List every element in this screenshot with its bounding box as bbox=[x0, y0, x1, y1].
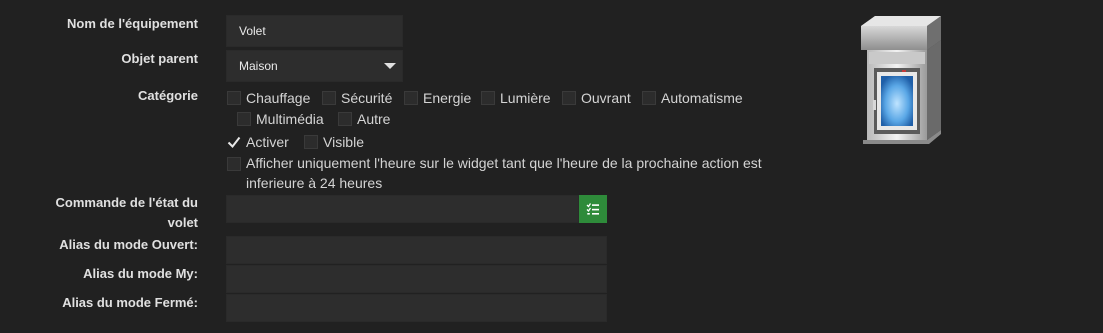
equipment-name-input[interactable] bbox=[226, 15, 403, 47]
list-check-icon bbox=[586, 203, 599, 215]
category-label-lumiere: Lumière bbox=[500, 90, 551, 106]
state-command-label-line2: volet bbox=[167, 215, 198, 230]
category-label-multimedia: Multimédia bbox=[256, 111, 324, 127]
alias-open-label: Alias du mode Ouvert: bbox=[59, 237, 198, 252]
visible-checkbox[interactable] bbox=[304, 135, 318, 149]
category-checkbox-automatisme[interactable] bbox=[642, 91, 656, 105]
chevron-down-icon bbox=[384, 63, 396, 69]
checkmark-icon bbox=[227, 136, 241, 149]
category-label-autre: Autre bbox=[357, 111, 391, 127]
category-checkbox-autre[interactable] bbox=[338, 112, 352, 126]
equipment-name-label: Nom de l'équipement bbox=[67, 16, 198, 31]
state-command-input[interactable] bbox=[226, 195, 579, 223]
alias-my-input[interactable] bbox=[226, 265, 607, 293]
alias-open-input[interactable] bbox=[226, 236, 607, 264]
category-checkbox-ouvrant[interactable] bbox=[562, 91, 576, 105]
category-checkbox-lumiere[interactable] bbox=[481, 91, 495, 105]
activate-label: Activer bbox=[246, 134, 289, 150]
show-hour-only-label-line1: Afficher uniquement l'heure sur le widge… bbox=[246, 155, 762, 171]
parent-object-value: Maison bbox=[239, 59, 278, 73]
category-checkbox-energie[interactable] bbox=[404, 91, 418, 105]
category-checkbox-securite[interactable] bbox=[322, 91, 336, 105]
show-hour-only-checkbox[interactable] bbox=[227, 157, 241, 171]
category-label-chauffage: Chauffage bbox=[246, 90, 311, 106]
visible-label: Visible bbox=[323, 134, 364, 150]
category-label-energie: Energie bbox=[423, 90, 472, 106]
select-command-button[interactable] bbox=[579, 195, 607, 223]
parent-object-select[interactable]: Maison bbox=[226, 50, 403, 82]
category-label-ouvrant: Ouvrant bbox=[581, 90, 631, 106]
roller-shutter-window-icon bbox=[861, 16, 941, 144]
activate-checkbox[interactable] bbox=[227, 135, 241, 149]
category-checkbox-chauffage[interactable] bbox=[227, 91, 241, 105]
category-label-securite: Sécurité bbox=[341, 90, 393, 106]
parent-object-label: Objet parent bbox=[121, 51, 198, 66]
category-checkbox-multimedia[interactable] bbox=[237, 112, 251, 126]
alias-closed-label: Alias du mode Fermé: bbox=[62, 295, 198, 310]
state-command-label-line1: Commande de l'état du bbox=[55, 195, 199, 210]
category-label: Catégorie bbox=[138, 88, 198, 103]
category-label-automatisme: Automatisme bbox=[661, 90, 743, 106]
show-hour-only-label-line2: inferieure à 24 heures bbox=[246, 175, 383, 191]
alias-my-label: Alias du mode My: bbox=[83, 266, 198, 281]
alias-closed-input[interactable] bbox=[226, 294, 607, 322]
